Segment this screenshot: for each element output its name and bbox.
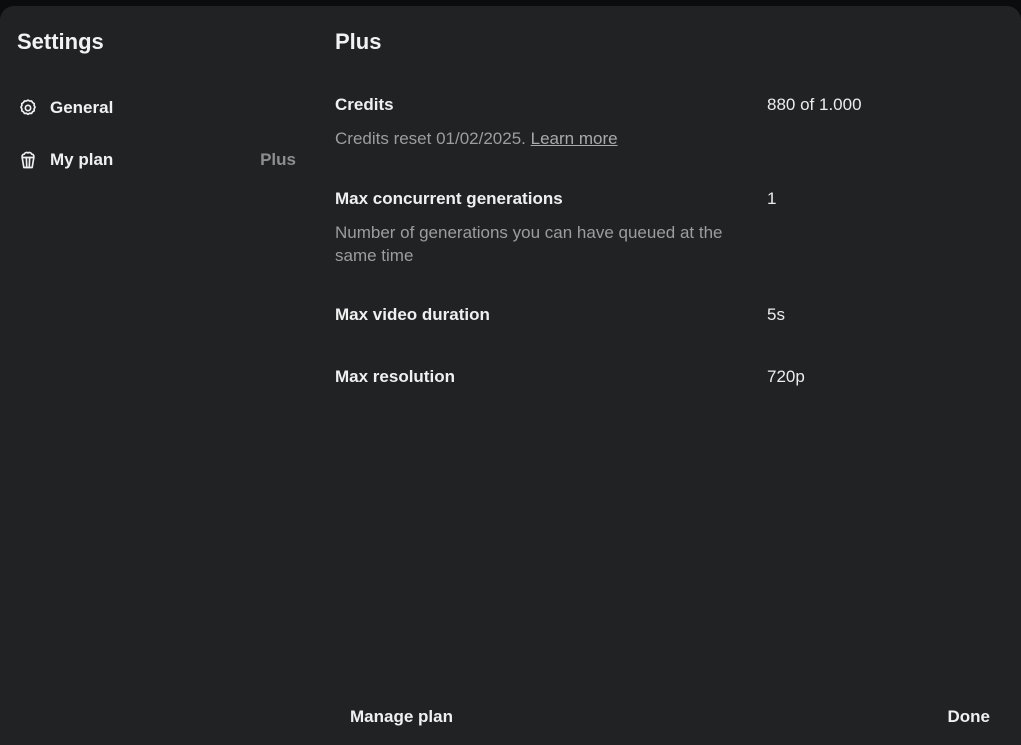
resolution-label: Max resolution	[335, 367, 455, 386]
sidebar: Settings General My plan Plus	[0, 6, 310, 745]
video-duration-label: Max video duration	[335, 305, 490, 324]
concurrent-generations-value: 1	[767, 189, 777, 208]
learn-more-link[interactable]: Learn more	[531, 129, 618, 148]
sidebar-item-general[interactable]: General	[10, 88, 306, 128]
sidebar-item-my-plan[interactable]: My plan Plus	[10, 140, 306, 180]
settings-dialog: Settings General My plan Plus Plus Credi…	[0, 6, 1021, 745]
resolution-value: 720p	[767, 367, 805, 386]
video-duration-value: 5s	[767, 305, 785, 324]
credits-row: Credits 880 of 1.000 Credits reset 01/02…	[335, 95, 995, 150]
concurrent-generations-description: Number of generations you can have queue…	[335, 223, 723, 265]
concurrent-generations-row: Max concurrent generations 1 Number of g…	[335, 189, 995, 267]
sidebar-title: Settings	[17, 29, 104, 54]
plan-panel: Plus Credits 880 of 1.000 Credits reset …	[335, 6, 1021, 745]
resolution-row: Max resolution 720p	[335, 367, 995, 387]
manage-plan-button[interactable]: Manage plan	[350, 707, 453, 727]
popcorn-icon	[18, 150, 38, 170]
video-duration-row: Max video duration 5s	[335, 305, 995, 325]
concurrent-generations-label: Max concurrent generations	[335, 189, 563, 208]
credits-description: Credits reset 01/02/2025. Learn more	[335, 127, 745, 150]
plan-badge: Plus	[260, 150, 296, 169]
credits-label: Credits	[335, 95, 394, 114]
credits-value: 880 of 1.000	[767, 95, 862, 114]
sidebar-item-label: General	[50, 98, 114, 117]
page-title: Plus	[335, 29, 382, 54]
credits-reset-text: Credits reset 01/02/2025.	[335, 129, 526, 148]
gear-icon	[18, 98, 38, 118]
done-button[interactable]: Done	[948, 707, 991, 727]
sidebar-item-label: My plan	[50, 150, 114, 169]
